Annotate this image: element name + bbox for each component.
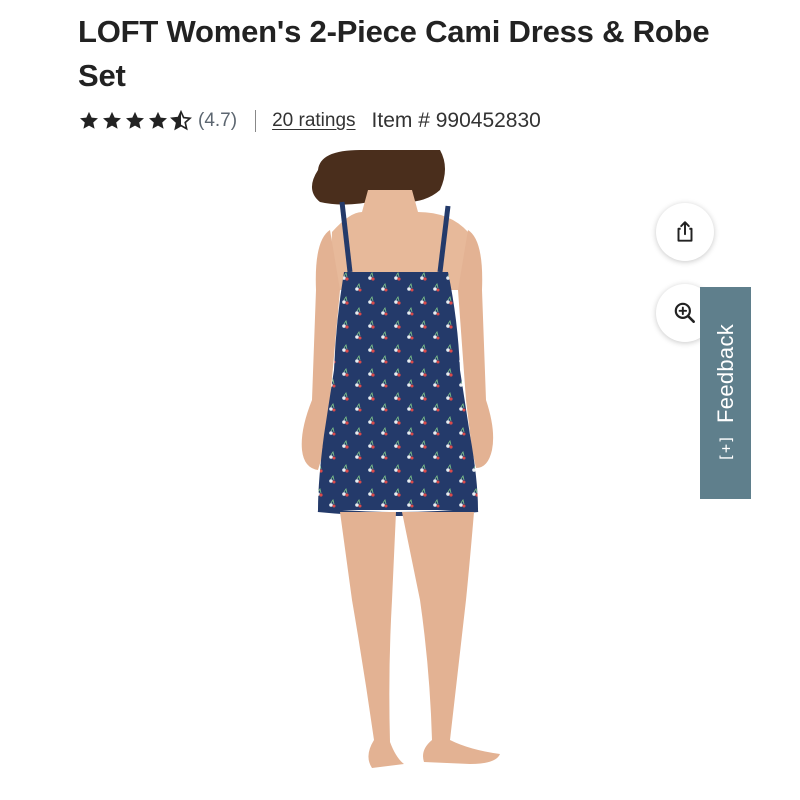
dress-shape [318,272,478,510]
share-button[interactable] [656,203,714,261]
star-icon [149,111,167,129]
rating-summary: (4.7) 20 ratings Item # 990452830 [78,106,541,136]
right-leg-shape [402,512,500,764]
plus-box-icon: [+] [716,434,735,463]
product-title: LOFT Women's 2-Piece Cami Dress & Robe S… [78,14,710,93]
share-icon [677,221,693,242]
left-leg-shape [340,512,404,768]
rating-value: (4.7) [198,110,238,131]
star-icon [126,111,144,129]
feedback-tab[interactable]: [+] Feedback [700,287,751,499]
zoom-in-icon [674,302,695,323]
star-icon [80,111,98,129]
item-number: Item # 990452830 [371,109,541,132]
ratings-link[interactable]: 20 ratings [272,110,355,132]
star-rating [78,110,192,132]
feedback-label: Feedback [712,323,738,423]
half-star-icon [170,110,192,131]
star-icon [103,111,121,129]
divider [255,110,257,132]
